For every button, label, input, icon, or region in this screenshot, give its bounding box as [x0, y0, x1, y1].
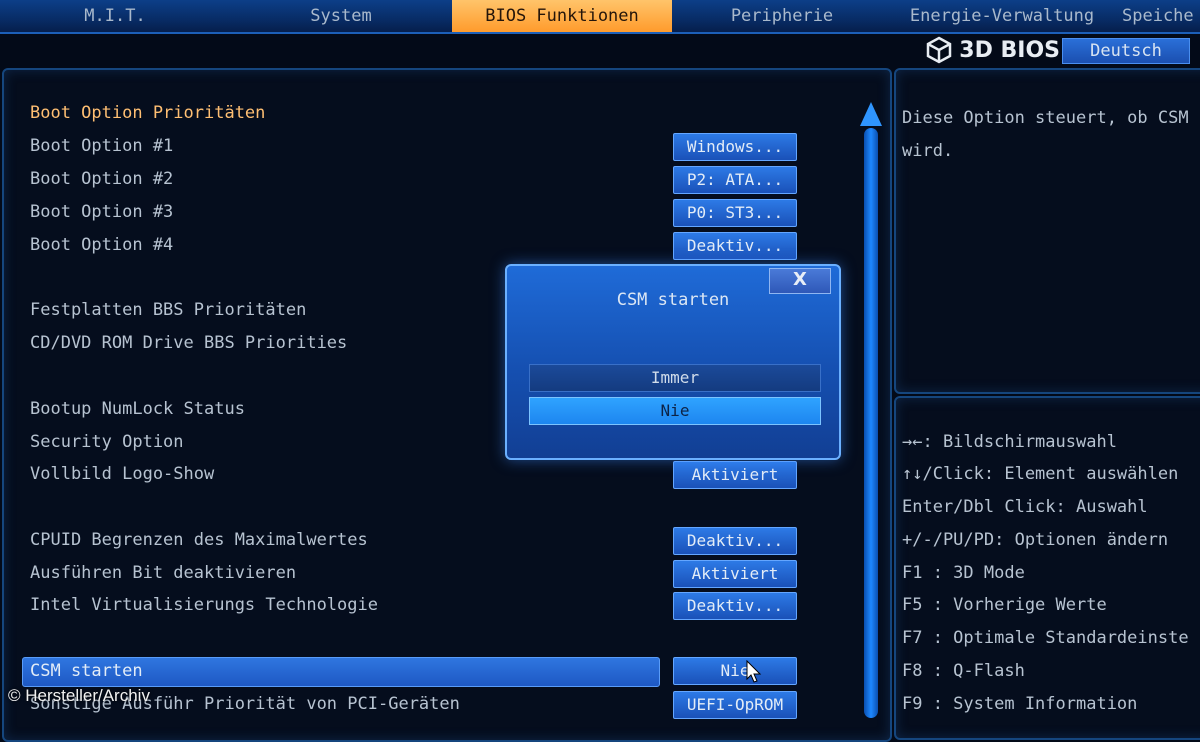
boot-option-4-label[interactable]: Boot Option #4 — [30, 235, 173, 255]
boot-option-3-label[interactable]: Boot Option #3 — [30, 202, 173, 222]
boot-option-3-value[interactable]: P0: ST3... — [673, 199, 797, 227]
xd-bit-value[interactable]: Aktiviert — [673, 560, 797, 588]
virtualization-value[interactable]: Deaktiv... — [673, 592, 797, 620]
boot-priority-header: Boot Option Prioritäten — [30, 103, 266, 123]
tab-speicher[interactable]: Speiche — [1112, 0, 1200, 32]
boot-option-1-label[interactable]: Boot Option #1 — [30, 136, 173, 156]
cube-logo-icon — [927, 36, 952, 64]
cpuid-limit-value[interactable]: Deaktiv... — [673, 527, 797, 555]
logo-show-value[interactable]: Aktiviert — [673, 461, 797, 489]
hdd-bbs-priorities[interactable]: Festplatten BBS Prioritäten — [30, 300, 306, 320]
language-button[interactable]: Deutsch — [1062, 38, 1190, 64]
numlock-status-label[interactable]: Bootup NumLock Status — [30, 399, 245, 419]
key-hint-f8: F8 : Q-Flash — [902, 661, 1025, 681]
cd-dvd-bbs-priorities[interactable]: CD/DVD ROM Drive BBS Priorities — [30, 333, 347, 353]
security-option-label[interactable]: Security Option — [30, 432, 184, 452]
key-hint-f5: F5 : Vorherige Werte — [902, 595, 1107, 615]
help-description: Diese Option steuert, ob CSM wird. — [902, 108, 1189, 161]
dialog-title: CSM starten — [616, 290, 730, 310]
brand-text: 3D BIOS — [959, 37, 1060, 63]
tab-energie-verwaltung[interactable]: Energie-Verwaltung — [892, 0, 1112, 32]
mouse-cursor-icon — [746, 660, 762, 683]
key-hint-enter: Enter/Dbl Click: Auswahl — [902, 497, 1148, 517]
key-hint-f9: F9 : System Information — [902, 694, 1138, 714]
key-hint-screen: →←: Bildschirmauswahl — [902, 432, 1117, 452]
csm-start-value[interactable]: Nie — [673, 657, 797, 685]
tab-peripherie[interactable]: Peripherie — [672, 0, 892, 32]
tab-mit[interactable]: M.I.T. — [0, 0, 230, 32]
cpuid-limit-label[interactable]: CPUID Begrenzen des Maximalwertes — [30, 530, 368, 550]
boot-option-1-value[interactable]: Windows... — [673, 133, 797, 161]
pci-priority-value[interactable]: UEFI-OpROM — [673, 691, 797, 719]
boot-option-4-value[interactable]: Deaktiv... — [673, 232, 797, 260]
key-hint-change: +/-/PU/PD: Optionen ändern — [902, 530, 1169, 550]
scroll-up-arrow-icon[interactable] — [860, 102, 882, 126]
scrollbar[interactable] — [864, 128, 878, 718]
virtualization-label[interactable]: Intel Virtualisierungs Technologie — [30, 595, 378, 615]
key-hint-f7: F7 : Optimale Standardeinste — [902, 628, 1189, 648]
tab-bios-funktionen[interactable]: BIOS Funktionen — [452, 0, 672, 32]
csm-start-label[interactable]: CSM starten — [30, 661, 143, 681]
xd-bit-label[interactable]: Ausführen Bit deaktivieren — [30, 563, 296, 583]
key-hint-select: ↑↓/Click: Element auswählen — [902, 464, 1179, 484]
top-tab-bar: M.I.T. System BIOS Funktionen Peripherie… — [0, 0, 1200, 34]
dialog-option-nie[interactable]: Nie — [529, 397, 821, 425]
tab-system[interactable]: System — [230, 0, 452, 32]
copyright-watermark: © Hersteller/Archiv — [8, 686, 150, 705]
boot-option-2-value[interactable]: P2: ATA... — [673, 166, 797, 194]
key-hint-f1: F1 : 3D Mode — [902, 563, 1025, 583]
brand-logo: 3D BIOS — [925, 36, 1060, 64]
logo-show-label[interactable]: Vollbild Logo-Show — [30, 464, 214, 484]
dialog-option-immer[interactable]: Immer — [529, 364, 821, 392]
boot-option-2-label[interactable]: Boot Option #2 — [30, 169, 173, 189]
csm-dialog: X CSM starten Immer Nie — [505, 264, 841, 460]
